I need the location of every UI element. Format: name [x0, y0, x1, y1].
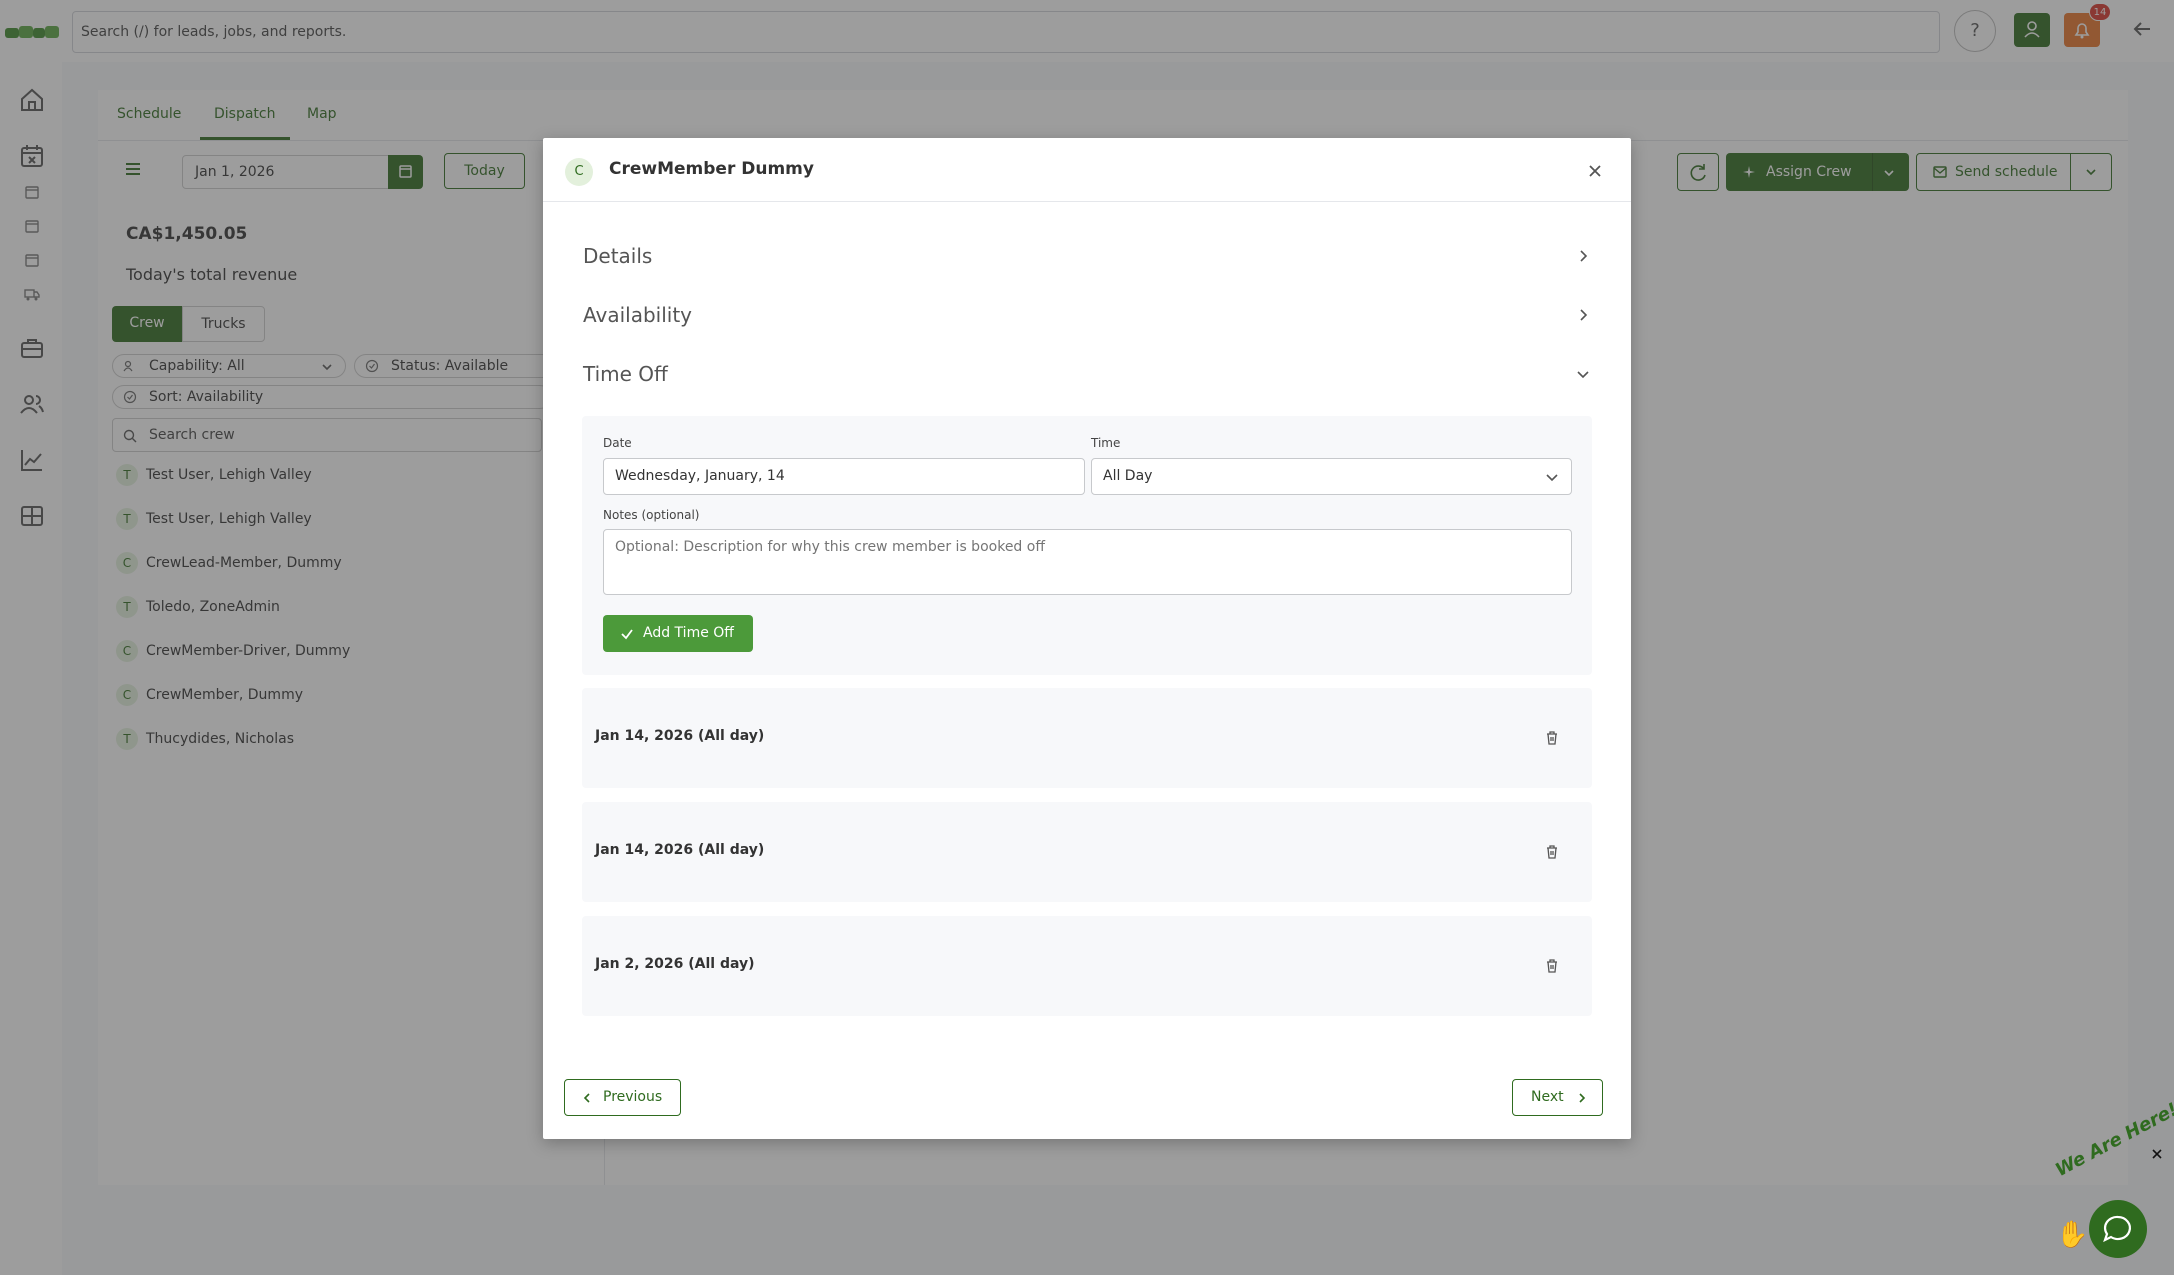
modal-header: C CrewMember Dummy — [543, 138, 1631, 202]
modal-title: CrewMember Dummy — [609, 159, 814, 179]
next-label: Next — [1531, 1089, 1564, 1105]
trash-icon[interactable] — [1544, 730, 1560, 746]
details-section-toggle[interactable]: Details — [583, 236, 1591, 276]
time-off-time-select[interactable]: All Day — [1091, 458, 1572, 495]
chevron-right-icon — [1580, 309, 1588, 321]
notes-field-label: Notes (optional) — [603, 508, 700, 522]
chat-bubble-icon — [2103, 1215, 2131, 1243]
notes-textarea[interactable] — [603, 529, 1572, 595]
time-off-date-field[interactable]: Wednesday, January, 14 — [603, 458, 1085, 495]
previous-label: Previous — [603, 1089, 663, 1105]
waving-hand-icon: ✋ — [2056, 1220, 2089, 1250]
crew-member-modal: C CrewMember Dummy Details Availability … — [543, 138, 1631, 1139]
availability-section-label: Availability — [583, 303, 693, 327]
chevron-down-icon — [1577, 371, 1589, 379]
time-select-value: All Day — [1103, 468, 1153, 484]
availability-section-toggle[interactable]: Availability — [583, 295, 1591, 335]
close-icon[interactable] — [1586, 162, 1604, 180]
time-off-entry: Jan 14, 2026 (All day) — [582, 802, 1592, 902]
previous-button[interactable]: Previous — [564, 1079, 681, 1116]
time-off-section-label: Time Off — [583, 362, 668, 386]
time-off-entry: Jan 14, 2026 (All day) — [582, 688, 1592, 788]
time-field-label: Time — [1091, 436, 1121, 450]
chevron-right-icon — [1579, 1093, 1586, 1103]
add-time-off-button[interactable]: Add Time Off — [603, 615, 753, 652]
add-time-off-label: Add Time Off — [643, 625, 734, 641]
time-off-entry-label: Jan 14, 2026 (All day) — [595, 842, 765, 858]
date-field-label: Date — [603, 436, 632, 450]
chat-launcher-button[interactable] — [2089, 1200, 2147, 1258]
close-icon[interactable] — [2151, 1148, 2163, 1160]
chevron-right-icon — [1580, 250, 1588, 262]
time-off-form: Date Wednesday, January, 14 Time All Day… — [582, 416, 1592, 675]
avatar: C — [565, 158, 593, 186]
time-off-section-toggle[interactable]: Time Off — [583, 354, 1591, 394]
trash-icon[interactable] — [1544, 844, 1560, 860]
chevron-left-icon — [583, 1093, 590, 1103]
time-off-entry-label: Jan 2, 2026 (All day) — [595, 956, 755, 972]
trash-icon[interactable] — [1544, 958, 1560, 974]
check-icon — [621, 629, 633, 640]
time-off-entry-label: Jan 14, 2026 (All day) — [595, 728, 765, 744]
time-off-entry: Jan 2, 2026 (All day) — [582, 916, 1592, 1016]
details-section-label: Details — [583, 244, 653, 268]
next-button[interactable]: Next — [1512, 1079, 1603, 1116]
chevron-down-icon — [1546, 474, 1558, 482]
